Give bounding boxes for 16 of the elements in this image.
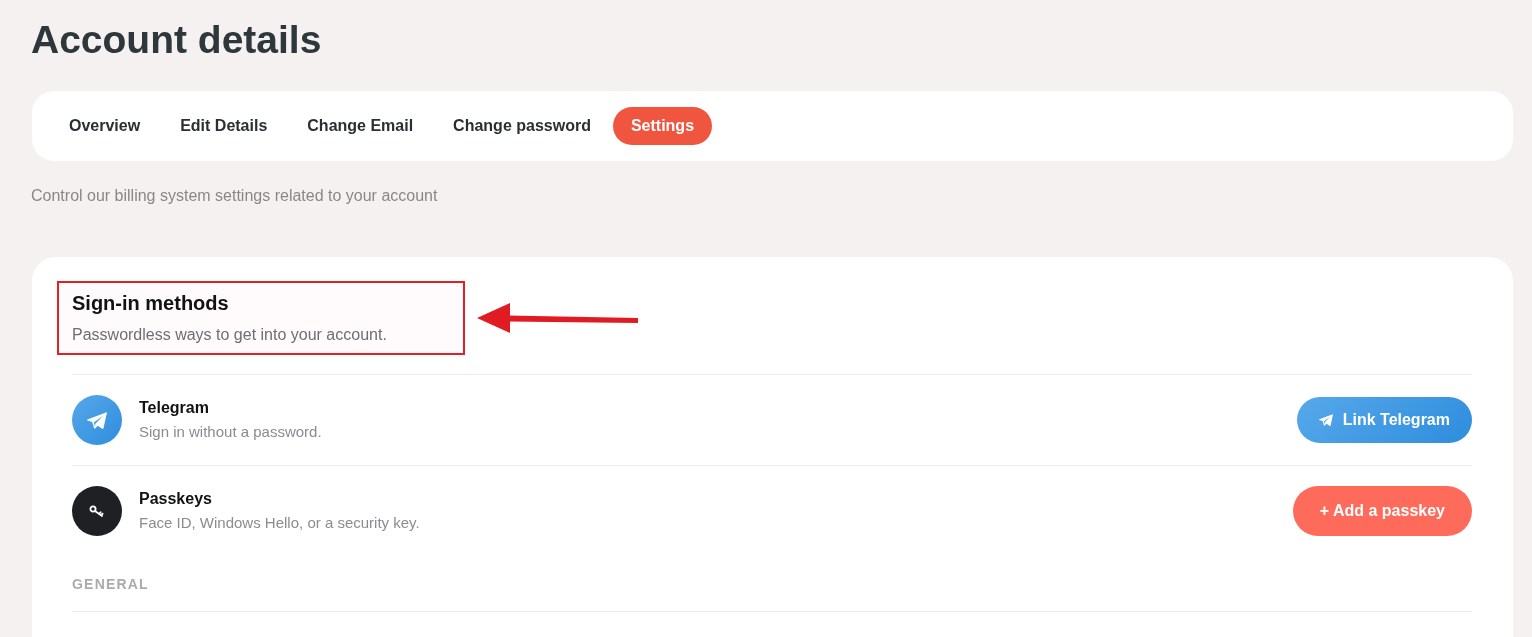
page-title: Account details [31, 17, 322, 63]
method-name: Telegram [139, 398, 209, 418]
section-label: GENERAL [72, 575, 149, 593]
section-heading: Sign-in methods [72, 291, 230, 315]
tab[interactable]: Change password [435, 107, 609, 145]
tab[interactable]: Edit Details [162, 107, 286, 145]
paper-plane-icon [72, 395, 122, 445]
intro-text: Control our billing system settings related to your account [31, 186, 438, 206]
paper-plane-icon [1318, 414, 1333, 426]
tab[interactable]: Change Email [289, 107, 432, 145]
method-description: Face ID, Windows Hello, or a security key. [139, 513, 420, 533]
key-icon [72, 486, 122, 536]
method-name: Passkeys [139, 489, 212, 509]
tab[interactable]: Overview [51, 107, 159, 145]
section-description: Passwordless ways to get into your account. [72, 325, 388, 345]
method-description: Sign in without a password. [139, 422, 322, 442]
